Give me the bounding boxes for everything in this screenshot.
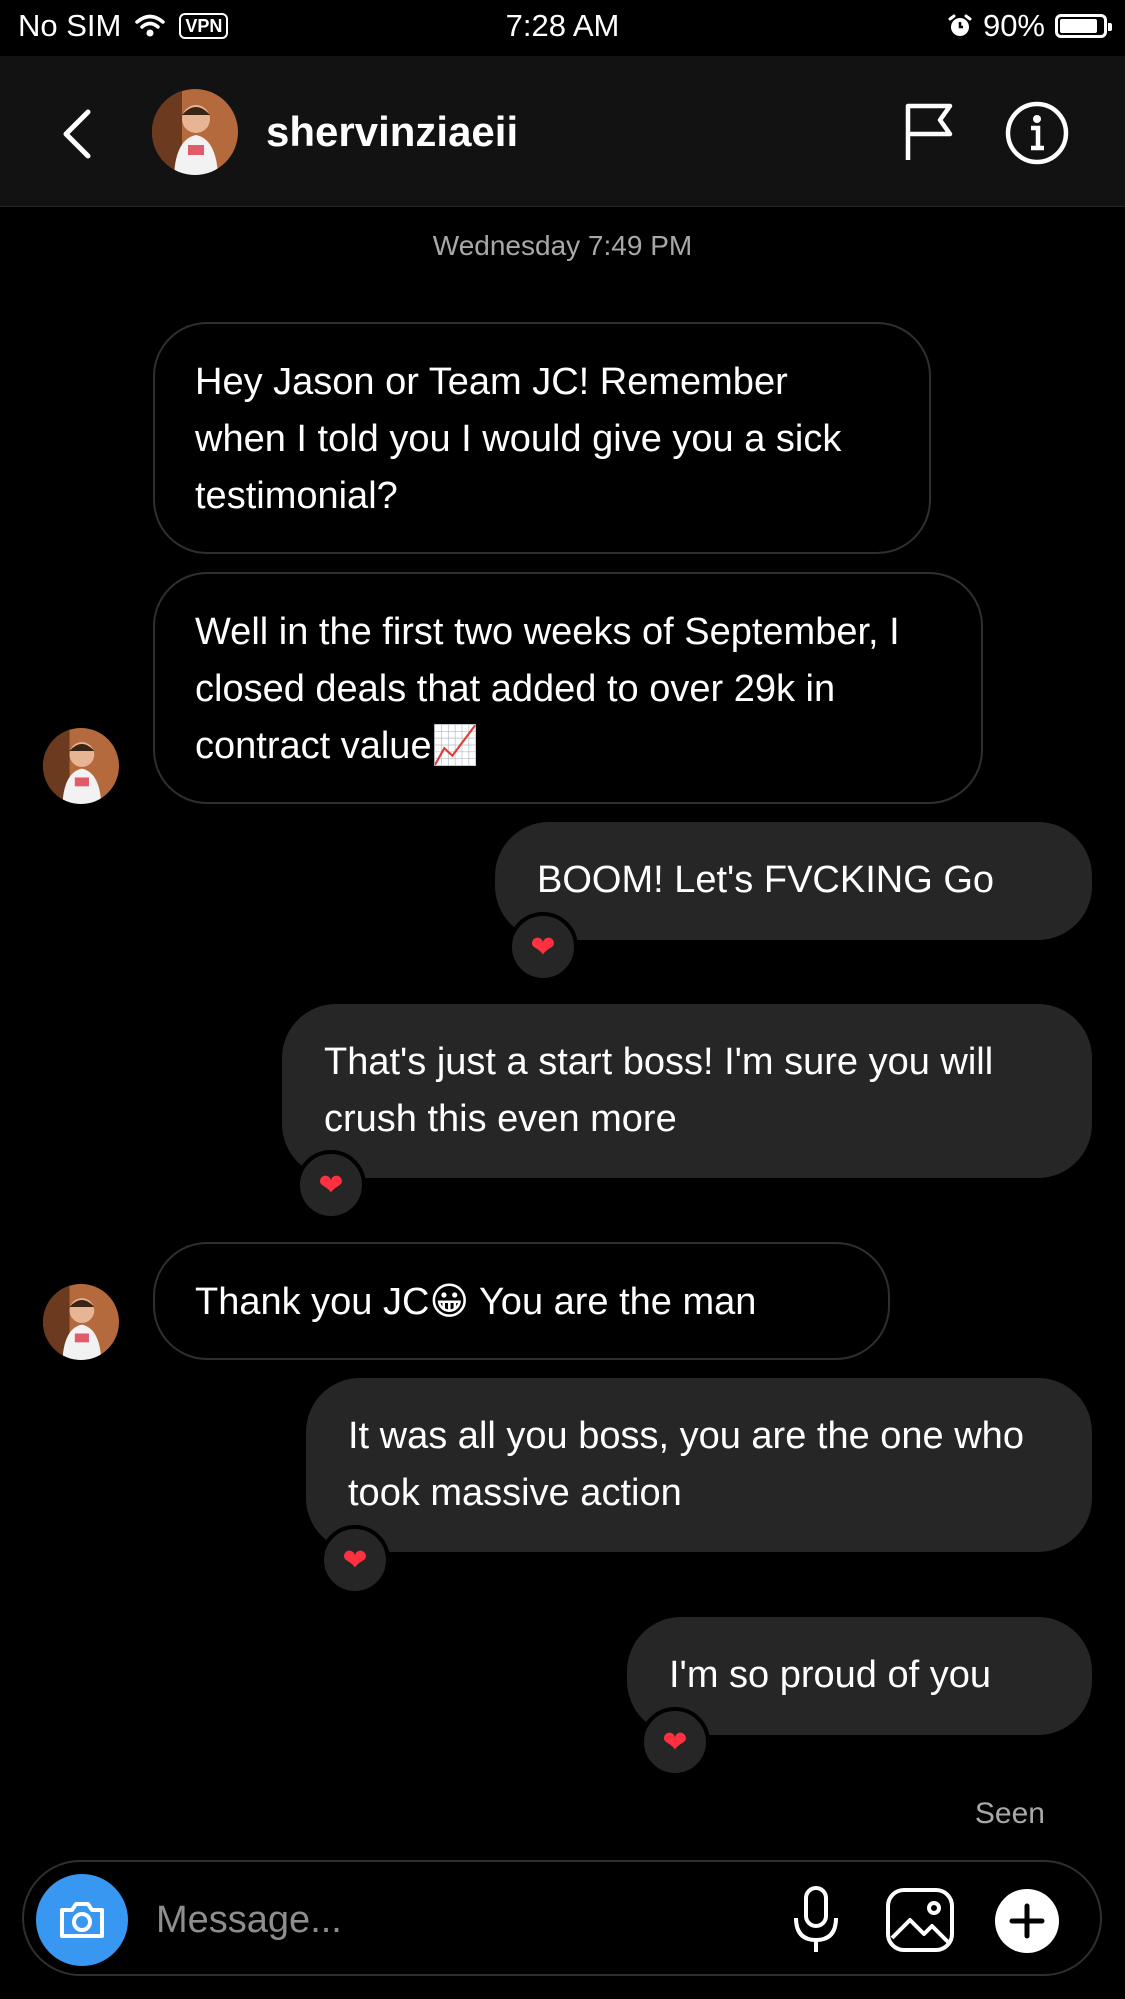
message-text: You are the man <box>478 1281 757 1323</box>
heart-reaction-icon[interactable]: ❤ <box>320 1525 390 1595</box>
microphone-icon[interactable] <box>788 1884 844 1956</box>
seen-indicator: Seen <box>974 1797 1045 1830</box>
avatar[interactable] <box>43 728 119 804</box>
message-incoming[interactable]: Well in the first two weeks of September… <box>153 572 983 804</box>
message-text: Thank you JC <box>195 1281 430 1323</box>
plus-icon[interactable] <box>992 1886 1062 1956</box>
message-composer <box>22 1860 1102 1976</box>
message-text: Hey Jason or Team JC! Remember when I to… <box>195 361 842 517</box>
message-outgoing[interactable]: BOOM! Let's FVCKING Go <box>495 822 1092 940</box>
heart-reaction-icon[interactable]: ❤ <box>640 1707 710 1777</box>
message-incoming[interactable]: Thank you JC😀 You are the man <box>153 1242 890 1360</box>
battery-percent: 90% <box>982 8 1045 43</box>
flag-icon[interactable] <box>900 100 956 162</box>
chevron-left-icon[interactable] <box>52 106 100 162</box>
avatar[interactable] <box>43 1284 119 1360</box>
alarm-icon <box>948 14 972 36</box>
camera-icon <box>60 1902 104 1938</box>
message-outgoing[interactable]: That's just a start boss! I'm sure you w… <box>282 1004 1092 1178</box>
message-text: Well in the first two weeks of September… <box>195 611 900 767</box>
conversation-header: shervinziaeii <box>0 56 1125 207</box>
status-right: 90% <box>947 8 1112 44</box>
status-bar: No SIM VPN 7:28 AM 90% <box>0 0 1125 56</box>
message-outgoing[interactable]: It was all you boss, you are the one who… <box>306 1378 1092 1552</box>
grinning-face-emoji: 😀 <box>429 1281 470 1323</box>
battery-fill <box>1060 19 1098 33</box>
message-text: I'm so proud of you <box>669 1654 991 1696</box>
avatar[interactable] <box>152 89 238 175</box>
heart-reaction-icon[interactable]: ❤ <box>508 912 578 982</box>
conversation-username[interactable]: shervinziaeii <box>266 108 518 156</box>
message-incoming[interactable]: Hey Jason or Team JC! Remember when I to… <box>153 322 931 554</box>
info-icon[interactable] <box>1004 100 1070 166</box>
message-input[interactable] <box>154 1892 698 1948</box>
chart-increasing-emoji: 📈 <box>431 725 479 767</box>
message-text: It was all you boss, you are the one who… <box>348 1415 1024 1514</box>
gallery-icon[interactable] <box>884 1886 956 1954</box>
camera-button[interactable] <box>36 1874 128 1966</box>
thread-timestamp: Wednesday 7:49 PM <box>432 230 693 261</box>
battery-icon <box>1055 14 1112 38</box>
message-text: That's just a start boss! I'm sure you w… <box>324 1041 994 1140</box>
heart-reaction-icon[interactable]: ❤ <box>296 1150 366 1220</box>
message-text: BOOM! Let's FVCKING Go <box>537 859 995 901</box>
